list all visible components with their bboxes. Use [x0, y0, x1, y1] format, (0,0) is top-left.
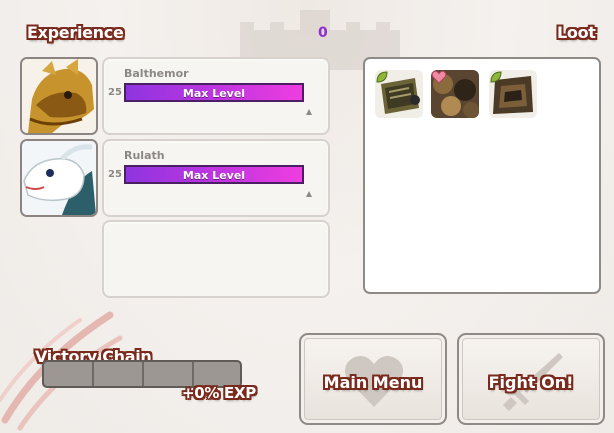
- loot-item-2[interactable]: [431, 70, 479, 118]
- white-dragon-icon: [22, 141, 96, 215]
- total-exp-count: 0: [318, 25, 328, 41]
- chain-segment-divider: [92, 362, 94, 386]
- dragon-card-balthemor: Balthemor 25 Max Level: [102, 57, 330, 135]
- loot-title: Loot: [557, 23, 596, 42]
- victory-chain-exp-bonus: +0% EXP: [182, 384, 256, 402]
- leaf-badge-icon: [376, 71, 388, 83]
- empty-dragon-slot: [102, 220, 330, 298]
- gold-dragon-icon: [22, 59, 96, 133]
- loot-item-1[interactable]: [375, 70, 423, 118]
- exp-progress-bar: Max Level: [124, 165, 304, 184]
- expand-arrow-icon[interactable]: [306, 191, 312, 197]
- expand-arrow-icon[interactable]: [306, 109, 312, 115]
- dragon-name: Rulath: [124, 149, 165, 162]
- fight-on-label: Fight On!: [488, 373, 574, 392]
- exp-bar-label: Max Level: [182, 87, 246, 100]
- main-menu-label: Main Menu: [323, 373, 423, 392]
- dragon-level: 25: [108, 87, 122, 98]
- exp-progress-bar: Max Level: [124, 83, 304, 102]
- dragon-card-rulath: Rulath 25 Max Level: [102, 139, 330, 217]
- leaf-badge-icon: [490, 71, 502, 83]
- main-menu-button[interactable]: Main Menu: [299, 333, 447, 425]
- dragon-name: Balthemor: [124, 67, 189, 80]
- chain-segment-divider: [142, 362, 144, 386]
- heart-badge-icon: [431, 70, 447, 84]
- dragon-level: 25: [108, 169, 122, 180]
- exp-bar-label: Max Level: [182, 169, 246, 182]
- dragon-portrait-balthemor[interactable]: [20, 57, 98, 135]
- loot-item-3[interactable]: [489, 70, 537, 118]
- experience-title: Experience: [27, 23, 124, 42]
- dragon-portrait-rulath[interactable]: [20, 139, 98, 217]
- fight-on-button[interactable]: Fight On!: [457, 333, 605, 425]
- loot-panel: [363, 57, 601, 294]
- chain-segment-divider: [192, 362, 194, 386]
